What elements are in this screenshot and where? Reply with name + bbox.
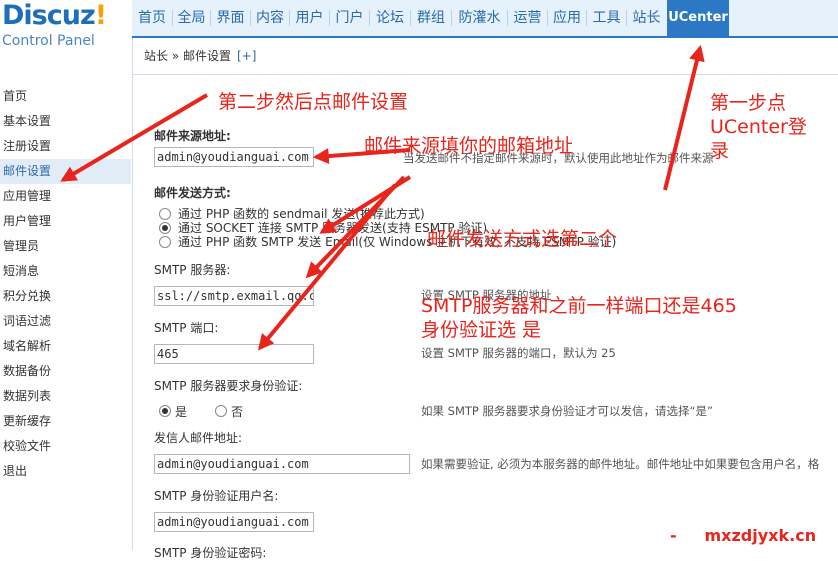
smtp-username-label: SMTP 身份验证用户名: xyxy=(154,489,279,503)
smtp-username-input[interactable]: admin@youdianguai.com xyxy=(154,512,314,532)
smtp-auth-tip: 如果 SMTP 服务器要求身份验证才可以发信，请选择“是” xyxy=(421,404,713,418)
auth-no-radio[interactable] xyxy=(215,405,227,417)
annotation-from-hint: 邮件来源填你的邮箱地址 xyxy=(364,135,574,157)
nav-ucenter[interactable]: UCenter xyxy=(667,0,729,36)
smtp-auth-label: SMTP 服务器要求身份验证: xyxy=(154,379,303,393)
sender-address-label: 发信人邮件地址: xyxy=(154,431,243,445)
sidebar-item-backup[interactable]: 数据备份 xyxy=(0,359,131,384)
nav-home[interactable]: 首页 xyxy=(132,0,172,36)
nav-users[interactable]: 用户 xyxy=(290,0,329,36)
nav-operation[interactable]: 运营 xyxy=(508,0,547,36)
smtp-port-input[interactable]: 465 xyxy=(154,344,314,364)
sidebar-item-register-settings[interactable]: 注册设置 xyxy=(0,134,131,159)
brand-logo: Discuz! xyxy=(2,0,107,31)
annotation-step2: 第二步然后点邮件设置 xyxy=(218,91,409,113)
method-php-smtp-radio[interactable] xyxy=(159,236,171,248)
from-address-input[interactable]: admin@youdianguai.com xyxy=(154,147,314,167)
nav-interface[interactable]: 界面 xyxy=(211,0,250,36)
annotation-smtp-hint-line2: 身份验证选 是 xyxy=(421,318,542,341)
nav-group[interactable]: 群组 xyxy=(411,0,451,36)
smtp-password-label: SMTP 身份验证密码: xyxy=(154,546,267,560)
annotation-step1-line2: UCenter登 xyxy=(710,115,807,138)
smtp-port-label: SMTP 端口: xyxy=(154,321,219,335)
brand-mark: ! xyxy=(94,0,107,31)
annotation-method-hint: 邮件发送方式选第二个 xyxy=(427,228,618,250)
sender-address-tip: 如果需要验证, 必须为本服务器的邮件地址。邮件地址中如果要包含用户名，格 xyxy=(421,457,820,471)
top-nav: 首页 全局 界面 内容 用户 门户 论坛 群组 防灌水 运营 应用 工具 站长 … xyxy=(132,0,838,38)
breadcrumb: 站长 » 邮件设置 [+] xyxy=(132,38,838,75)
sidebar-item-credit-exchange[interactable]: 积分兑换 xyxy=(0,284,131,309)
sidebar-item-word-filter[interactable]: 词语过滤 xyxy=(0,309,131,334)
auth-yes-label: 是 xyxy=(175,405,188,419)
auth-no-label: 否 xyxy=(231,405,244,419)
method-socket-radio[interactable] xyxy=(159,222,171,234)
nav-tools[interactable]: 工具 xyxy=(587,0,626,36)
nav-antispam[interactable]: 防灌水 xyxy=(452,0,507,36)
nav-portal[interactable]: 门户 xyxy=(330,0,369,36)
sidebar-item-data-list[interactable]: 数据列表 xyxy=(0,384,131,409)
annotation-step1: 第一步点 UCenter登 录 xyxy=(710,92,807,163)
send-method-label: 邮件发送方式: xyxy=(154,186,231,200)
smtp-port-tip: 设置 SMTP 服务器的端口，默认为 25 xyxy=(421,346,616,360)
sidebar-item-verify-files[interactable]: 校验文件 xyxy=(0,434,131,459)
annotation-smtp-hint: SMTP服务器和之前一样端口还是465 身份验证选 是 xyxy=(421,295,737,343)
annotation-smtp-hint-line1: SMTP服务器和之前一样端口还是465 xyxy=(421,295,737,317)
sidebar-item-app-manage[interactable]: 应用管理 xyxy=(0,184,131,209)
sidebar-item-mail-settings[interactable]: 邮件设置 xyxy=(0,159,131,184)
logo[interactable]: Discuz! Control Panel xyxy=(0,0,132,60)
annotation-step1-line1: 第一步点 xyxy=(710,92,787,114)
auth-yes-radio[interactable] xyxy=(159,405,171,417)
nav-content[interactable]: 内容 xyxy=(251,0,289,36)
annotation-step1-line3: 录 xyxy=(710,139,730,162)
add-shortcut-link[interactable]: [+] xyxy=(237,49,256,63)
nav-webmaster[interactable]: 站长 xyxy=(627,0,666,36)
smtp-server-label: SMTP 服务器: xyxy=(154,263,231,277)
sidebar-item-basic-settings[interactable]: 基本设置 xyxy=(0,109,131,134)
sidebar-item-cache[interactable]: 更新缓存 xyxy=(0,409,131,434)
sidebar-item-home[interactable]: 首页 xyxy=(0,84,131,109)
nav-forum[interactable]: 论坛 xyxy=(370,0,410,36)
breadcrumb-text: 站长 » 邮件设置 xyxy=(144,49,231,63)
nav-apps[interactable]: 应用 xyxy=(548,0,586,36)
brand-text: Discuz xyxy=(2,0,96,31)
sidebar-item-admins[interactable]: 管理员 xyxy=(0,234,131,259)
sidebar-item-user-manage[interactable]: 用户管理 xyxy=(0,209,131,234)
smtp-server-input[interactable]: ssl://smtp.exmail.qq.com xyxy=(154,286,314,306)
logo-subtitle: Control Panel xyxy=(2,33,95,49)
sidebar: 首页 基本设置 注册设置 邮件设置 应用管理 用户管理 管理员 短消息 积分兑换… xyxy=(0,75,133,550)
sidebar-item-logout[interactable]: 退出 xyxy=(0,459,131,484)
method-sendmail-radio[interactable] xyxy=(159,208,171,220)
from-address-label: 邮件来源地址: xyxy=(154,129,231,143)
sidebar-item-messages[interactable]: 短消息 xyxy=(0,259,131,284)
watermark: - mxzdjyxk.cn xyxy=(670,526,817,545)
nav-global[interactable]: 全局 xyxy=(173,0,210,36)
sidebar-item-domain[interactable]: 域名解析 xyxy=(0,334,131,359)
sender-address-input[interactable]: admin@youdianguai.com xyxy=(154,454,410,474)
